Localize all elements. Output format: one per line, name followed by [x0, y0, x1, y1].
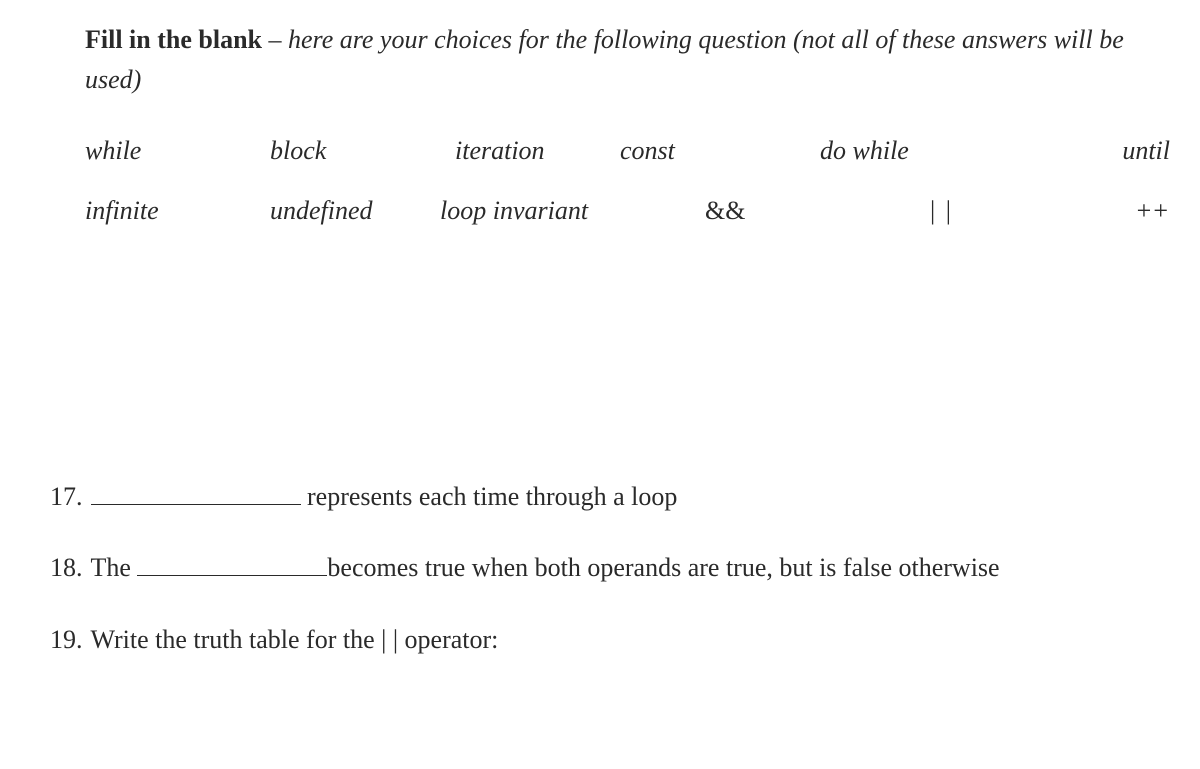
- worksheet-page: Fill in the blank – here are your choice…: [0, 0, 1200, 710]
- question-17: 17. represents each time through a loop: [50, 476, 1150, 518]
- choice-or-or: | |: [930, 196, 1100, 226]
- instructions-dash: –: [262, 25, 288, 54]
- choice-loop-invariant: loop invariant: [440, 196, 705, 226]
- q18-after: becomes true when both operands are true…: [327, 553, 999, 582]
- instructions-lead: Fill in the blank: [85, 25, 262, 54]
- questions: 17. represents each time through a loop …: [50, 476, 1150, 661]
- choice-while: while: [85, 136, 270, 166]
- choice-const: const: [620, 136, 820, 166]
- q17-body: represents each time through a loop: [91, 476, 1151, 518]
- instructions: Fill in the blank – here are your choice…: [85, 20, 1150, 101]
- q19-number: 19.: [50, 619, 83, 661]
- question-18: 18. The becomes true when both operands …: [50, 547, 1150, 589]
- q18-blank[interactable]: [137, 574, 327, 576]
- choice-row-1: while block iteration const do while unt…: [85, 136, 1150, 166]
- q18-before: The: [91, 553, 138, 582]
- q17-blank[interactable]: [91, 502, 301, 504]
- choice-infinite: infinite: [85, 196, 270, 226]
- q17-text: represents each time through a loop: [301, 482, 678, 511]
- q17-number: 17.: [50, 476, 83, 518]
- q19-text: Write the truth table for the | | operat…: [91, 619, 1151, 661]
- choice-undefined: undefined: [270, 196, 440, 226]
- choice-plus-plus: ++: [1100, 196, 1170, 226]
- q18-number: 18.: [50, 547, 83, 589]
- q18-body: The becomes true when both operands are …: [91, 547, 1151, 589]
- choice-row-2: infinite undefined loop invariant && | |…: [85, 196, 1150, 226]
- choice-until: until: [1090, 136, 1170, 166]
- question-19: 19. Write the truth table for the | | op…: [50, 619, 1150, 661]
- choice-do-while: do while: [820, 136, 1090, 166]
- choice-bank: while block iteration const do while unt…: [85, 136, 1150, 226]
- choice-iteration: iteration: [455, 136, 620, 166]
- choice-and-and: &&: [705, 196, 930, 226]
- choice-block: block: [270, 136, 455, 166]
